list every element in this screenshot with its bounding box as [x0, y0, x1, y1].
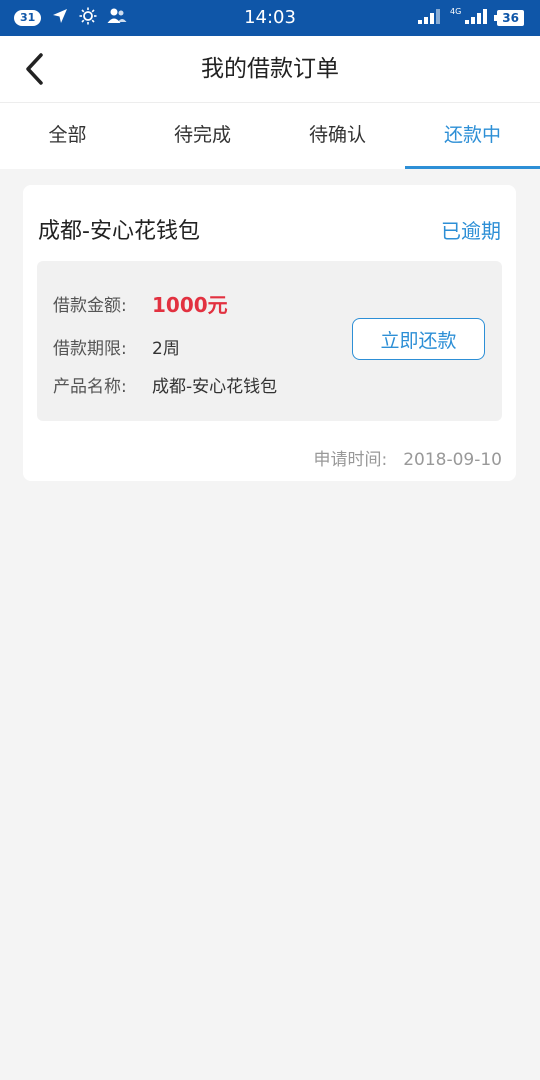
network-type: 4G [450, 7, 462, 16]
status-badge: 已逾期 [441, 219, 501, 243]
tab-pending[interactable]: 待完成 [135, 103, 270, 169]
order-tabs: 全部 待完成 待确认 还款中 [0, 103, 540, 169]
term-row: 借款期限: 2周 [53, 334, 180, 359]
term-value: 2周 [152, 339, 180, 359]
amount-label: 借款金额: [53, 296, 127, 316]
order-card[interactable]: 成都-安心花钱包 已逾期 借款金额: 1000元 借款期限: 2周 产品名称: … [23, 185, 516, 481]
apply-time-label: 申请时间: [313, 450, 388, 470]
app-header: 我的借款订单 [0, 36, 540, 103]
apply-time: 申请时间: 2018-09-10 [313, 445, 502, 470]
tab-to-confirm[interactable]: 待确认 [270, 103, 405, 169]
order-details: 借款金额: 1000元 借款期限: 2周 产品名称: 成都-安心花钱包 立即还款 [37, 261, 502, 421]
battery-indicator: 36 [494, 10, 524, 26]
tab-repaying[interactable]: 还款中 [405, 103, 540, 169]
tab-all[interactable]: 全部 [0, 103, 135, 169]
signal-4g-icon [465, 8, 489, 28]
order-product-title: 成都-安心花钱包 [38, 219, 200, 244]
apply-time-value: 2018-09-10 [403, 450, 502, 470]
amount-row: 借款金额: 1000元 [53, 289, 228, 318]
repay-now-button[interactable]: 立即还款 [352, 318, 485, 360]
status-bar: 31 14:03 4G 36 [0, 0, 540, 36]
page-title: 我的借款订单 [201, 56, 339, 82]
signal-icon [418, 8, 442, 28]
product-value: 成都-安心花钱包 [152, 377, 278, 397]
amount-value: 1000元 [152, 293, 228, 317]
product-label: 产品名称: [53, 377, 127, 397]
status-bar-right: 4G 36 [418, 0, 524, 36]
product-row: 产品名称: 成都-安心花钱包 [53, 372, 277, 397]
term-label: 借款期限: [53, 339, 127, 359]
